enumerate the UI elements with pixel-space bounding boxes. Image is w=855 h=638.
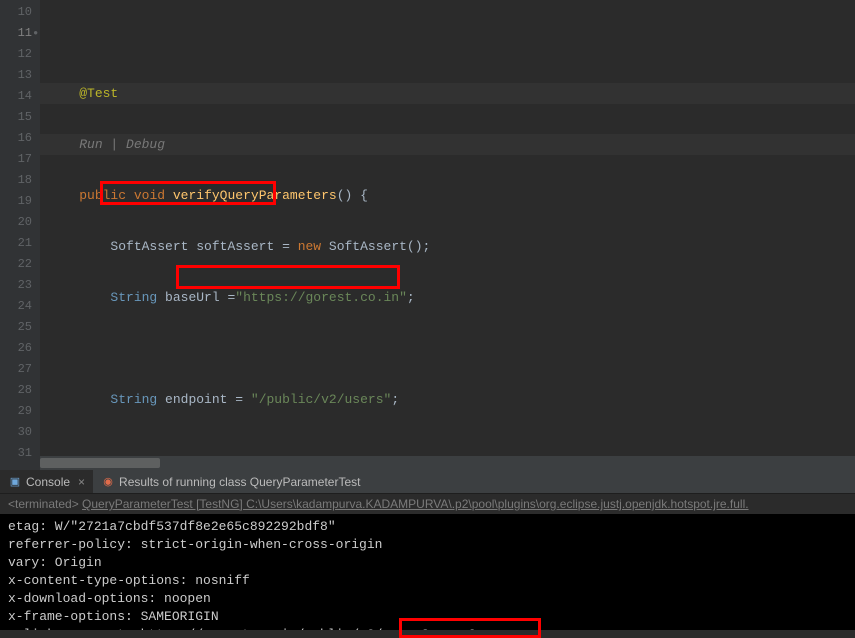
tab-results[interactable]: ◉ Results of running class QueryParamete…: [93, 470, 368, 493]
constructor: SoftAssert: [329, 239, 407, 254]
line-number: 27: [0, 359, 40, 380]
output-line: referrer-policy: strict-origin-when-cros…: [8, 537, 382, 552]
line-number: 26: [0, 338, 40, 359]
code-area[interactable]: @Test Run | Debug public void verifyQuer…: [40, 0, 855, 470]
line-number: 20: [0, 212, 40, 233]
output-line: x-frame-options: SAMEORIGIN: [8, 609, 219, 624]
codelens-run-debug[interactable]: Run | Debug: [79, 137, 165, 152]
keyword: new: [298, 239, 321, 254]
testng-icon: ◉: [101, 475, 115, 489]
keyword: public: [79, 188, 126, 203]
line-number: 10: [0, 2, 40, 23]
scrollbar-thumb[interactable]: [40, 458, 160, 468]
line-number: 17: [0, 149, 40, 170]
annotation: @Test: [79, 86, 118, 101]
console-icon: ▣: [8, 475, 22, 489]
console-termination-line: <terminated> QueryParameterTest [TestNG]…: [0, 494, 855, 514]
identifier: softAssert: [196, 239, 274, 254]
console-panel: ▣ Console × ◉ Results of running class Q…: [0, 470, 855, 630]
identifier: baseUrl: [165, 290, 220, 305]
keyword: void: [134, 188, 165, 203]
type: String: [110, 392, 157, 407]
output-line: vary: Origin: [8, 555, 102, 570]
tab-label: Results of running class QueryParameterT…: [119, 475, 360, 489]
output-line: x-download-options: noopen: [8, 591, 211, 606]
output-line: etag: W/"2721a7cbdf537df8e2e65c892292bdf…: [8, 519, 336, 534]
type: SoftAssert: [110, 239, 188, 254]
string-literal: "https://gorest.co.in": [235, 290, 407, 305]
tab-console[interactable]: ▣ Console ×: [0, 470, 93, 493]
line-number: 23: [0, 275, 40, 296]
close-icon[interactable]: ×: [78, 475, 85, 489]
line-number: 13: [0, 65, 40, 86]
line-number: 19: [0, 191, 40, 212]
line-number: 30: [0, 422, 40, 443]
output-line: x-content-type-options: nosniff: [8, 573, 250, 588]
line-number: 31: [0, 443, 40, 464]
line-number: 21: [0, 233, 40, 254]
string-literal: "/public/v2/users": [251, 392, 391, 407]
console-tabbar: ▣ Console × ◉ Results of running class Q…: [0, 470, 855, 494]
line-number: 22: [0, 254, 40, 275]
console-output[interactable]: etag: W/"2721a7cbdf537df8e2e65c892292bdf…: [0, 514, 855, 630]
code-editor[interactable]: 10 11 12 13 14 15 16 17 18 19 20 21 22 2…: [0, 0, 855, 470]
line-number: 11: [0, 23, 40, 44]
line-number: 28: [0, 380, 40, 401]
line-number: 18: [0, 170, 40, 191]
type: String: [110, 290, 157, 305]
line-number: 16: [0, 128, 40, 149]
line-number: 15: [0, 107, 40, 128]
line-number: 25: [0, 317, 40, 338]
output-highlight: users?page=2: [382, 626, 476, 630]
tab-label: Console: [26, 475, 70, 489]
line-number: 29: [0, 401, 40, 422]
identifier: endpoint: [165, 392, 227, 407]
method-name: verifyQueryParameters: [173, 188, 337, 203]
line-number: 24: [0, 296, 40, 317]
line-gutter: 10 11 12 13 14 15 16 17 18 19 20 21 22 2…: [0, 0, 40, 470]
horizontal-scrollbar[interactable]: [40, 456, 855, 470]
line-number: 12: [0, 44, 40, 65]
line-number: 14: [0, 86, 40, 107]
